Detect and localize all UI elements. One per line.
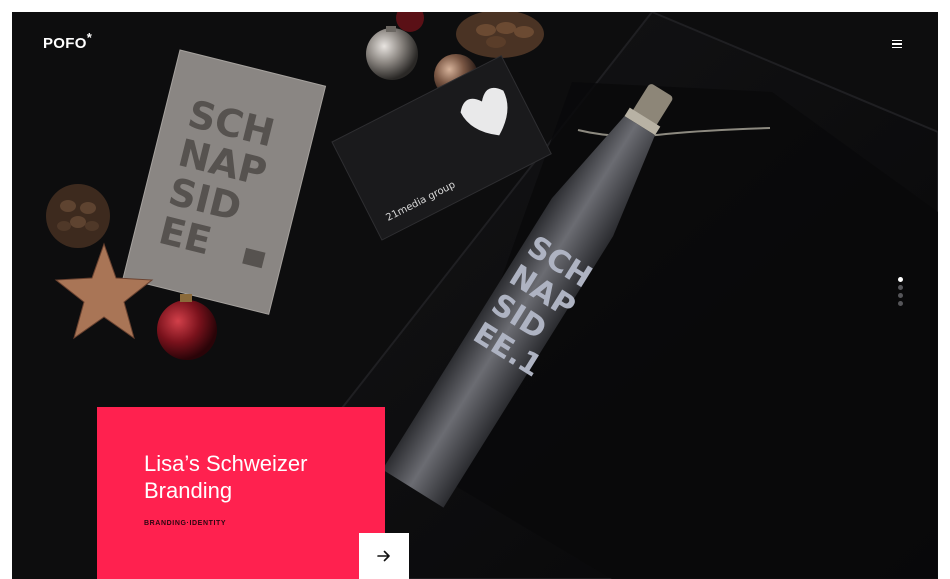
slider-dot-4[interactable] (898, 301, 903, 306)
menu-bar-3 (892, 46, 902, 49)
logo[interactable]: POFO* (43, 31, 92, 52)
slider-dot-1[interactable] (898, 277, 903, 282)
category-identity[interactable]: Identity (189, 520, 226, 527)
slider-dot-3[interactable] (898, 293, 903, 298)
logo-asterisk: * (86, 30, 93, 45)
hamburger-icon[interactable] (886, 34, 908, 54)
menu-bar-2 (892, 43, 902, 45)
project-categories: Branding·Identity (144, 520, 226, 527)
slider-pagination (898, 277, 903, 306)
slider-dot-2[interactable] (898, 285, 903, 290)
hero-slide: SCH NAP SID EE 21media group SCH NAP SID… (12, 12, 938, 579)
category-branding[interactable]: Branding (144, 520, 187, 527)
next-project-button[interactable] (359, 533, 409, 579)
red-ornament (157, 300, 217, 360)
menu-bar-1 (892, 39, 902, 42)
silver-ornament (366, 28, 418, 80)
pine-cone-left (46, 184, 110, 248)
pine-cone-top (456, 12, 544, 58)
project-caption: Lisa’s Schweizer Branding Branding·Ident… (97, 407, 385, 579)
logo-text: POFO (43, 35, 87, 52)
project-title[interactable]: Lisa’s Schweizer Branding (144, 450, 374, 504)
arrow-right-icon (377, 550, 390, 562)
